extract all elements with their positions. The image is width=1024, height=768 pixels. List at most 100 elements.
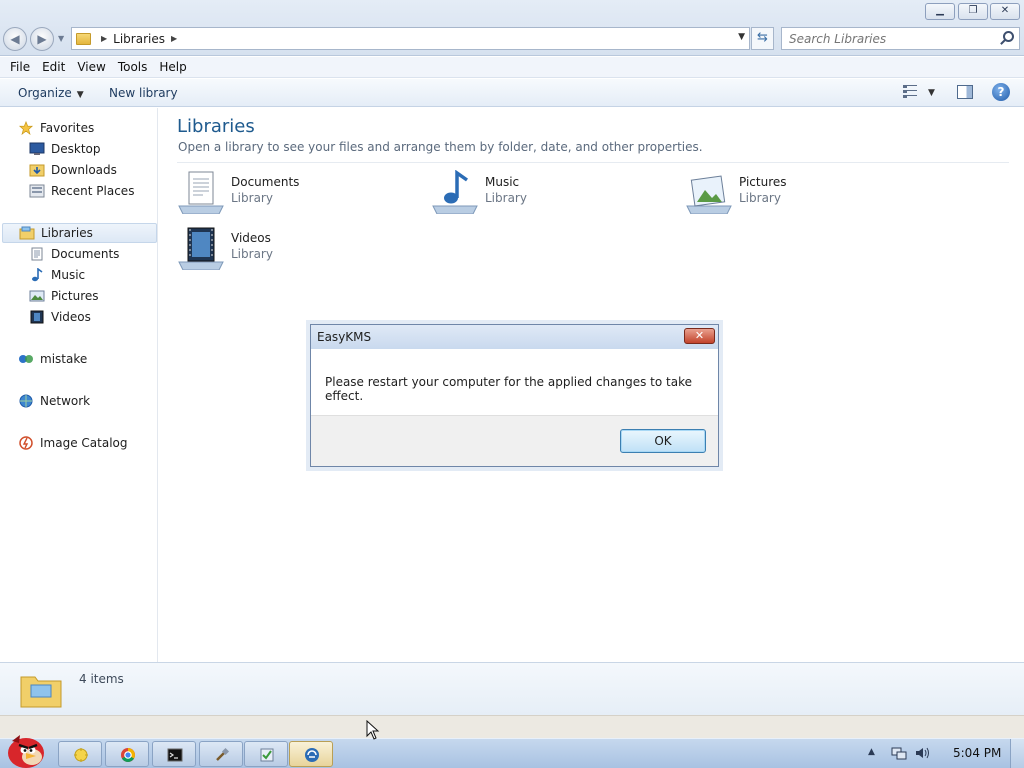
arrow-left-icon: ◀ xyxy=(10,32,20,46)
search-icon[interactable] xyxy=(1003,31,1014,42)
nav-image-catalog-label: Image Catalog xyxy=(40,436,128,450)
tools-icon xyxy=(216,747,230,761)
easykms-dialog: EasyKMS ✕ Please restart your computer f… xyxy=(310,324,719,467)
homegroup-icon xyxy=(19,355,33,363)
library-type: Library xyxy=(231,191,273,205)
search-input[interactable] xyxy=(789,29,999,49)
nav-item-label: Documents xyxy=(51,247,120,261)
new-library-button[interactable]: New library xyxy=(109,86,178,100)
menu-edit[interactable]: Edit xyxy=(36,60,71,74)
page-title: Libraries xyxy=(177,116,255,137)
nav-image-catalog[interactable]: Image Catalog xyxy=(18,433,127,453)
nav-item-recent-places[interactable]: Recent Places xyxy=(29,181,134,201)
command-bar: Organize ▼ New library ▼ ? xyxy=(0,79,1024,107)
volume-icon[interactable] xyxy=(914,746,930,760)
taskbar-chrome-button[interactable] xyxy=(105,741,149,767)
item-count: 4 items xyxy=(79,672,124,686)
breadcrumb-chevron-icon[interactable]: ▶ xyxy=(171,34,177,43)
library-type: Library xyxy=(485,191,527,205)
libraries-folder-icon xyxy=(20,676,62,708)
menu-view[interactable]: View xyxy=(71,60,111,74)
address-bar[interactable]: ▶ Libraries ▶ ▼ xyxy=(71,27,750,50)
preview-pane-icon[interactable] xyxy=(957,85,973,99)
nav-homegroup-label: mistake xyxy=(40,352,88,366)
videos-library-icon xyxy=(178,227,224,270)
libraries-folder-icon xyxy=(76,32,91,45)
maximize-button[interactable]: ❐ xyxy=(958,3,988,20)
start-button-angry-bird-icon[interactable] xyxy=(2,731,48,768)
taskbar-easykms-button[interactable] xyxy=(289,741,333,767)
network-status-icon[interactable] xyxy=(891,746,907,760)
search-box[interactable] xyxy=(781,27,1020,50)
music-library-icon xyxy=(432,170,478,214)
nav-libraries[interactable]: Libraries xyxy=(2,223,157,243)
taskbar: ▲ 5:04 PM xyxy=(0,735,1024,768)
library-tile-music[interactable]: Music Library xyxy=(431,168,671,218)
desktop-icon xyxy=(29,142,45,155)
nav-item-videos[interactable]: Videos xyxy=(29,307,91,327)
nav-homegroup[interactable]: mistake xyxy=(18,349,87,369)
view-options-dropdown-icon[interactable]: ▼ xyxy=(928,88,935,98)
nav-item-label: Videos xyxy=(51,310,91,324)
forward-button[interactable]: ▶ xyxy=(30,27,54,51)
dialog-close-button[interactable]: ✕ xyxy=(684,328,715,344)
nav-item-documents[interactable]: Documents xyxy=(29,244,119,264)
music-note-icon xyxy=(32,268,43,282)
taskbar-explorer-button[interactable] xyxy=(58,741,102,767)
menu-help[interactable]: Help xyxy=(153,60,192,74)
menu-file[interactable]: File xyxy=(4,60,36,74)
dialog-footer: OK xyxy=(311,415,718,466)
close-window-button[interactable]: ✕ xyxy=(990,3,1020,20)
address-dropdown-icon[interactable]: ▼ xyxy=(738,32,745,42)
window-titlebar: ▁ ❐ ✕ ◀ ▶ ▼ ▶ Libraries ▶ ▼ ⇆ xyxy=(0,0,1024,56)
nav-network[interactable]: Network xyxy=(18,391,90,411)
recent-pages-dropdown[interactable]: ▼ xyxy=(58,34,64,43)
help-icon[interactable]: ? xyxy=(992,83,1010,101)
dialog-message: Please restart your computer for the app… xyxy=(325,375,693,403)
nav-item-label: Downloads xyxy=(51,163,117,177)
taskbar-activation-button[interactable] xyxy=(244,741,288,767)
library-name: Pictures xyxy=(739,175,787,189)
window-bottom-border xyxy=(0,715,1024,738)
nav-item-label: Pictures xyxy=(51,289,99,303)
ok-button[interactable]: OK xyxy=(620,429,706,453)
breadcrumb-chevron-icon[interactable]: ▶ xyxy=(101,34,107,43)
breadcrumb-libraries[interactable]: Libraries xyxy=(113,32,165,46)
show-hidden-icons-icon[interactable]: ▲ xyxy=(868,747,875,757)
minimize-button[interactable]: ▁ xyxy=(925,3,955,20)
organize-button[interactable]: Organize ▼ xyxy=(18,86,84,100)
pictures-library-icon xyxy=(686,175,732,214)
change-view-icon[interactable] xyxy=(903,85,917,99)
dialog-title: EasyKMS xyxy=(317,330,372,344)
clock[interactable]: 5:04 PM xyxy=(953,746,1001,760)
videos-icon xyxy=(30,310,44,324)
library-tile-pictures[interactable]: Pictures Library xyxy=(685,168,925,218)
taskbar-cmd-button[interactable] xyxy=(152,741,196,767)
show-desktop-button[interactable] xyxy=(1010,739,1024,768)
menu-tools[interactable]: Tools xyxy=(112,60,154,74)
nav-network-label: Network xyxy=(40,394,91,408)
explorer-icon xyxy=(74,748,88,762)
easykms-icon xyxy=(305,748,319,762)
arrow-right-icon: ▶ xyxy=(37,32,47,46)
downloads-folder-icon xyxy=(29,164,45,177)
image-catalog-icon xyxy=(19,436,33,450)
library-name: Documents xyxy=(231,175,300,189)
nav-item-desktop[interactable]: Desktop xyxy=(29,139,101,159)
taskbar-tools-button[interactable] xyxy=(199,741,243,767)
menu-bar: File Edit View Tools Help xyxy=(0,57,1024,78)
library-tile-videos[interactable]: Videos Library xyxy=(177,224,417,274)
chrome-icon xyxy=(121,748,135,762)
recent-places-icon xyxy=(29,184,45,198)
network-globe-icon xyxy=(19,394,33,408)
nav-item-pictures[interactable]: Pictures xyxy=(29,286,99,306)
back-button[interactable]: ◀ xyxy=(3,27,27,51)
nav-item-label: Music xyxy=(51,268,86,282)
documents-library-icon xyxy=(178,171,224,214)
dialog-titlebar[interactable]: EasyKMS ✕ xyxy=(311,325,718,349)
nav-item-music[interactable]: Music xyxy=(29,265,85,285)
library-tile-documents[interactable]: Documents Library xyxy=(177,168,417,218)
nav-favorites[interactable]: Favorites xyxy=(18,118,94,138)
refresh-button[interactable]: ⇆ xyxy=(751,27,774,50)
nav-item-downloads[interactable]: Downloads xyxy=(29,160,117,180)
